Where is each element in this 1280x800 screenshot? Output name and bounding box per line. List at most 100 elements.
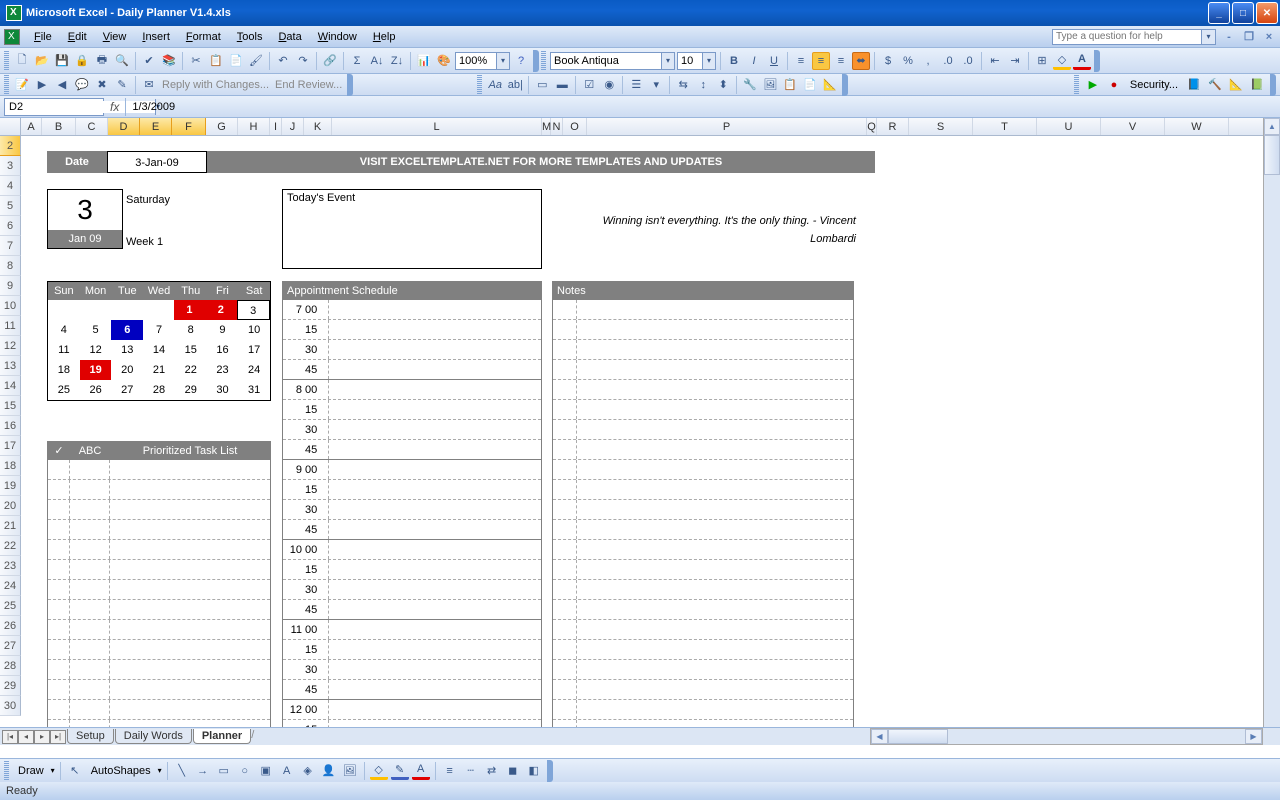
redo-button[interactable]: ↷ (294, 52, 312, 70)
appt-slot[interactable]: 15 (283, 640, 541, 660)
notes-row[interactable] (553, 480, 853, 500)
col-header-R[interactable]: R (877, 118, 909, 135)
dash-style-button[interactable]: ┄ (462, 762, 480, 780)
zoom-input[interactable] (456, 53, 496, 69)
notes-row[interactable] (553, 640, 853, 660)
appt-slot[interactable]: 800 (283, 380, 541, 400)
col-header-J[interactable]: J (282, 118, 304, 135)
help-button[interactable]: ? (512, 52, 530, 70)
font-combo[interactable]: ▾ (550, 52, 675, 70)
line-button[interactable]: ╲ (173, 762, 191, 780)
delete-comment-button[interactable]: ✖ (93, 76, 111, 94)
shadow-button[interactable]: ◼ (504, 762, 522, 780)
appt-slot[interactable]: 30 (283, 580, 541, 600)
appt-slot[interactable]: 45 (283, 600, 541, 620)
notes-row[interactable] (553, 560, 853, 580)
cal-day-cell[interactable]: 14 (143, 340, 175, 360)
toolbar-grip[interactable] (1074, 75, 1079, 95)
appt-slot[interactable]: 45 (283, 440, 541, 460)
save-button[interactable]: 💾 (53, 52, 71, 70)
align-left-button[interactable]: ≡ (792, 52, 810, 70)
col-header-H[interactable]: H (238, 118, 270, 135)
cal-day-cell[interactable]: 25 (48, 380, 80, 400)
cal-day-cell[interactable]: 19 (80, 360, 112, 380)
formula-bar[interactable]: 1/3/2009 (125, 98, 1280, 116)
textbox-button[interactable]: ab| (506, 76, 524, 94)
appt-slot[interactable]: 900 (283, 460, 541, 480)
row-header-9[interactable]: 9 (0, 276, 21, 296)
toolbar-grip[interactable] (4, 75, 9, 95)
row-header-18[interactable]: 18 (0, 456, 21, 476)
cal-day-cell[interactable]: 11 (48, 340, 80, 360)
arrow-button[interactable]: → (194, 762, 212, 780)
task-row[interactable] (48, 580, 270, 600)
print-button[interactable]: 🖶 (93, 52, 111, 70)
italic-button[interactable]: I (745, 52, 763, 70)
doc-restore[interactable]: ❐ (1242, 30, 1256, 44)
font-color-button[interactable]: A (1073, 52, 1091, 70)
col-header-A[interactable]: A (21, 118, 42, 135)
cal-day-cell[interactable]: 28 (143, 380, 175, 400)
sort-asc-button[interactable]: A↓ (368, 52, 386, 70)
list-control[interactable]: ☰ (627, 76, 645, 94)
percent-button[interactable]: % (899, 52, 917, 70)
inc-indent-button[interactable]: ⇥ (1006, 52, 1024, 70)
underline-button[interactable]: U (765, 52, 783, 70)
cal-day-cell[interactable]: 31 (238, 380, 270, 400)
bold-button[interactable]: B (725, 52, 743, 70)
chart-button[interactable]: 📊 (415, 52, 433, 70)
fx-icon[interactable]: fx (110, 100, 119, 114)
size-input[interactable] (678, 53, 702, 69)
cal-day-cell[interactable]: 6 (111, 320, 143, 340)
menu-tools[interactable]: Tools (229, 29, 271, 45)
appt-slot[interactable]: 15 (283, 480, 541, 500)
ink-button[interactable]: ✎ (113, 76, 131, 94)
cal-day-cell[interactable]: 13 (111, 340, 143, 360)
new-button[interactable]: 🗋 (13, 52, 31, 70)
cal-day-cell[interactable]: 10 (238, 320, 270, 340)
toolbar-grip[interactable] (4, 761, 9, 781)
notes-row[interactable] (553, 600, 853, 620)
col-header-N[interactable]: N (551, 118, 563, 135)
scrollbar-control[interactable]: ⬍ (714, 76, 732, 94)
row-header-4[interactable]: 4 (0, 176, 21, 196)
menu-insert[interactable]: Insert (134, 29, 178, 45)
event-box[interactable]: Today's Event (282, 189, 542, 269)
notes-row[interactable] (553, 620, 853, 640)
preview-button[interactable]: 🔍 (113, 52, 131, 70)
appt-slot[interactable]: 45 (283, 680, 541, 700)
scroll-up-button[interactable]: ▲ (1264, 118, 1280, 135)
fill-color-button[interactable]: ◇ (1053, 52, 1071, 70)
appt-slot[interactable]: 700 (283, 300, 541, 320)
menu-help[interactable]: Help (365, 29, 404, 45)
col-header-U[interactable]: U (1037, 118, 1101, 135)
cal-day-cell[interactable] (142, 300, 173, 320)
control-toolbox-button[interactable]: 🔨 (1206, 76, 1224, 94)
cal-day-cell[interactable]: 22 (175, 360, 207, 380)
doc-icon[interactable] (4, 29, 20, 45)
date-value-cell[interactable]: 3-Jan-09 (107, 151, 207, 173)
cal-day-cell[interactable]: 20 (111, 360, 143, 380)
arrow-style-button[interactable]: ⇄ (483, 762, 501, 780)
notes-row[interactable] (553, 680, 853, 700)
row-header-28[interactable]: 28 (0, 656, 21, 676)
col-header-T[interactable]: T (973, 118, 1037, 135)
design-button[interactable]: 📐 (1227, 76, 1245, 94)
sheet-tab-planner[interactable]: Planner (193, 729, 251, 744)
help-search[interactable] (1052, 29, 1202, 45)
menu-data[interactable]: Data (270, 29, 309, 45)
col-header-V[interactable]: V (1101, 118, 1165, 135)
col-header-E[interactable]: E (140, 118, 172, 135)
cal-day-cell[interactable]: 7 (143, 320, 175, 340)
run-macro-button[interactable]: ▶ (1084, 76, 1102, 94)
toggle-control[interactable]: ⇆ (674, 76, 692, 94)
row-header-16[interactable]: 16 (0, 416, 21, 436)
col-header-I[interactable]: I (270, 118, 282, 135)
design-mode-button[interactable]: 📐 (821, 76, 839, 94)
size-combo[interactable]: ▾ (677, 52, 716, 70)
appt-slot[interactable]: 45 (283, 360, 541, 380)
col-header-C[interactable]: C (76, 118, 108, 135)
notes-row[interactable] (553, 520, 853, 540)
col-header-D[interactable]: D (108, 118, 140, 135)
minimize-button[interactable]: _ (1208, 2, 1230, 24)
